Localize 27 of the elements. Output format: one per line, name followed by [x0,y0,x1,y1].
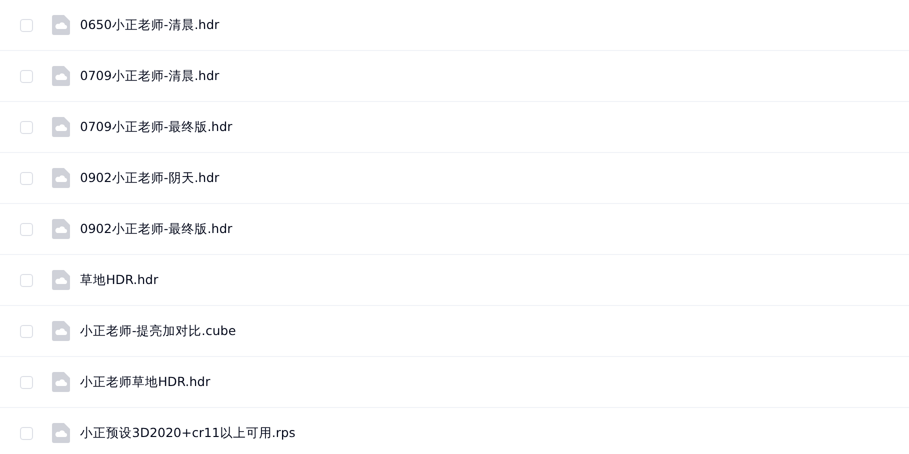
checkbox[interactable] [20,18,33,32]
file-name[interactable]: 0650小正老师-清晨.hdr [80,16,220,34]
checkbox[interactable] [20,376,33,388]
file-name[interactable]: 小正老师-提亮加对比.cube [80,322,236,340]
cloud-file-icon [52,15,70,35]
cloud-file-icon [52,372,70,392]
cloud-file-icon [52,168,70,188]
cloud-file-icon [52,270,70,290]
checkbox[interactable] [20,120,33,134]
file-name[interactable]: 0902小正老师-阴天.hdr [80,170,220,186]
cloud-file-icon [52,117,70,137]
checkbox[interactable] [20,70,33,82]
file-name[interactable]: 小正老师草地HDR.hdr [80,374,210,390]
checkbox[interactable] [20,274,33,286]
file-name[interactable]: 0709小正老师-最终版.hdr [80,118,232,136]
checkbox[interactable] [20,222,33,236]
file-name[interactable]: 小正预设3D2020+cr11以上可用.rps [80,424,296,442]
file-name[interactable]: 0902小正老师-最终版.hdr [80,220,232,238]
checkbox[interactable] [20,324,33,338]
file-name[interactable]: 0709小正老师-清晨.hdr [80,68,220,84]
checkbox[interactable] [20,426,33,440]
cloud-file-icon [52,219,70,239]
cloud-file-icon [52,423,70,443]
cloud-file-icon [52,321,70,341]
cloud-file-icon [52,66,70,86]
file-name[interactable]: 草地HDR.hdr [80,272,158,288]
checkbox[interactable] [20,172,33,184]
